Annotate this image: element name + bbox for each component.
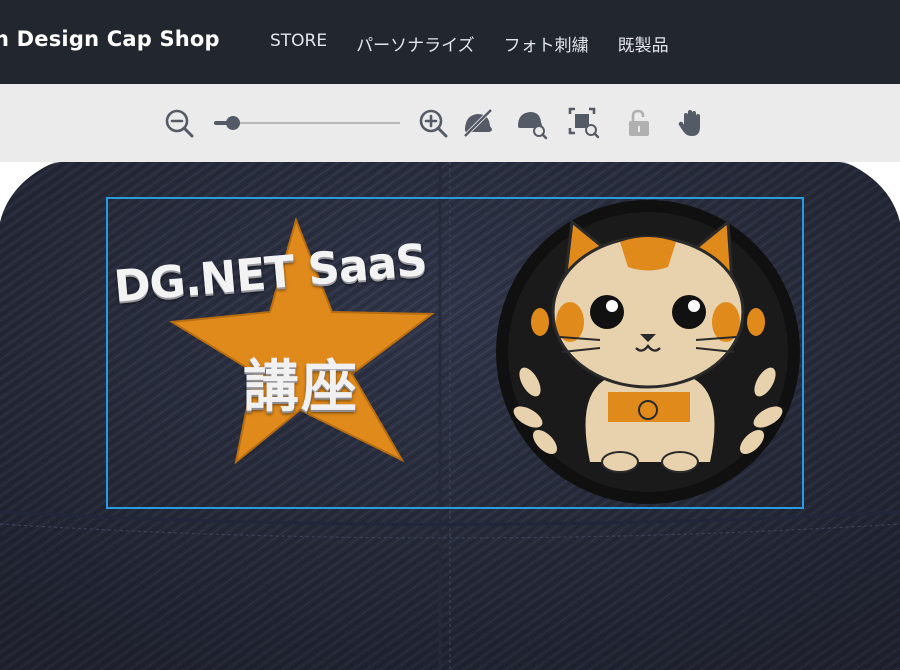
design-toolbar xyxy=(0,84,900,162)
fit-selection-icon[interactable] xyxy=(567,106,601,140)
zoom-in-icon[interactable] xyxy=(416,106,450,140)
nav-store[interactable]: STORE xyxy=(270,31,327,56)
top-navbar: n Design Cap Shop STORE パーソナライズ フォト刺繍 既製… xyxy=(0,0,900,84)
nav-photo-embroidery[interactable]: フォト刺繍 xyxy=(504,31,589,56)
shop-brand[interactable]: n Design Cap Shop xyxy=(0,27,220,51)
zoom-slider-track xyxy=(214,122,400,124)
nav-ready-made[interactable]: 既製品 xyxy=(618,31,669,56)
zoom-slider[interactable] xyxy=(214,114,400,132)
nav-personalize[interactable]: パーソナライズ xyxy=(356,31,475,56)
hide-cap-icon[interactable] xyxy=(461,106,495,140)
zoom-slider-thumb[interactable] xyxy=(226,116,240,130)
zoom-out-icon[interactable] xyxy=(162,106,196,140)
design-canvas[interactable]: DG.NET SaaS 講座 xyxy=(0,162,900,670)
cap-preview-icon[interactable] xyxy=(515,106,549,140)
design-selection-box[interactable] xyxy=(106,197,804,509)
pan-hand-icon[interactable] xyxy=(675,106,709,140)
unlock-icon[interactable] xyxy=(622,106,656,140)
main-nav: STORE パーソナライズ フォト刺繍 既製品 xyxy=(270,31,698,56)
